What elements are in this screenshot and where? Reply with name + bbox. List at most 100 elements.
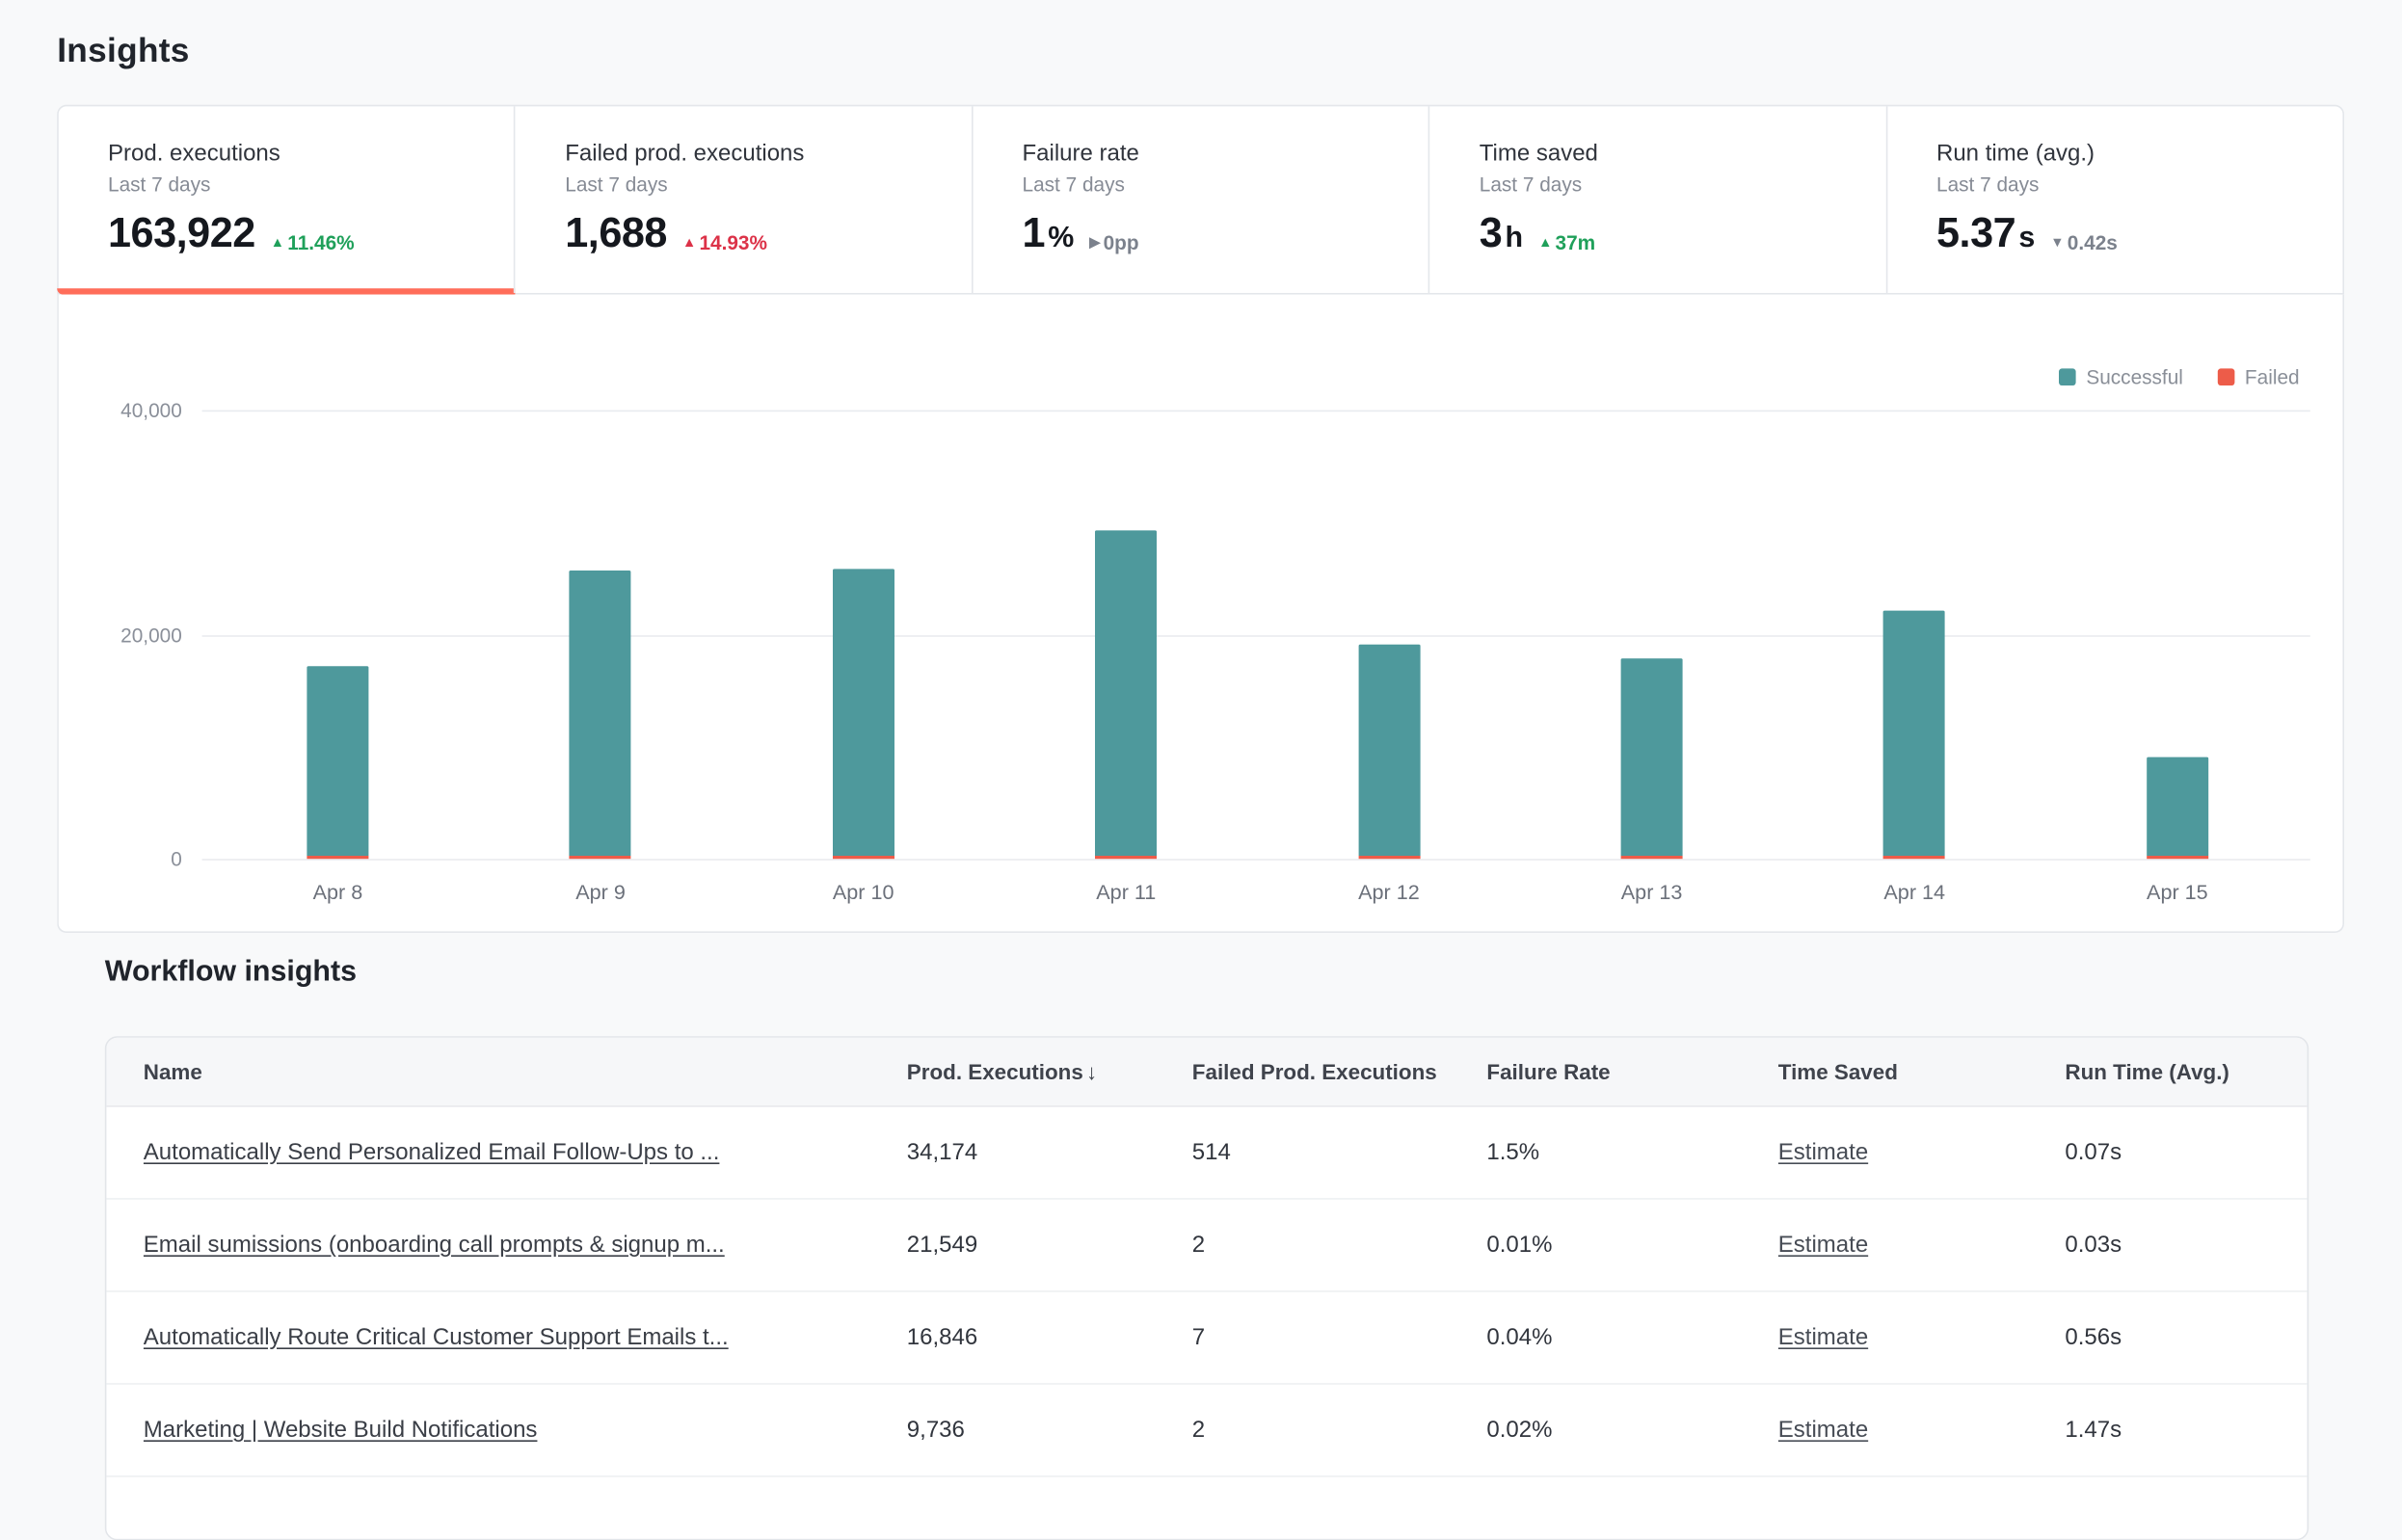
column-header-time-saved[interactable]: Time Saved: [1778, 1059, 2066, 1084]
page-title: Insights: [57, 31, 190, 71]
metric-tab-run-time-avg[interactable]: Run time (avg.)Last 7 days5.37s▼0.42s: [1885, 106, 2342, 293]
workflow-link[interactable]: Marketing | Website Build Notifications: [144, 1417, 538, 1443]
metric-tab-time-saved[interactable]: Time savedLast 7 days3h▲37m: [1428, 106, 1885, 293]
cell-failed-prod-executions: 2: [1192, 1417, 1487, 1443]
metric-period: Last 7 days: [1023, 173, 1428, 196]
table-row-partial: [106, 1477, 2307, 1539]
column-header-run-time-avg[interactable]: Run Time (Avg.): [2065, 1059, 2307, 1084]
bar-successful: [307, 667, 368, 857]
x-axis-label: Apr 13: [1575, 881, 1729, 904]
bar-successful: [1095, 530, 1157, 856]
cell-failed-prod-executions: 2: [1192, 1232, 1487, 1258]
bar-successful: [1883, 610, 1945, 856]
bar-failed: [1358, 857, 1420, 860]
cell-run-time-avg: 0.56s: [2065, 1324, 2307, 1350]
metric-unit: %: [1048, 222, 1074, 255]
bar-successful: [1358, 645, 1420, 857]
cell-time-saved: Estimate: [1778, 1139, 2066, 1165]
chart-legend: Successful Failed: [2059, 365, 2300, 388]
metric-delta: ▲11.46%: [271, 231, 355, 254]
table-header: NameProd. Executions↓Failed Prod. Execut…: [106, 1038, 2307, 1107]
metric-tab-prod-executions[interactable]: Prod. executionsLast 7 days163,922▲11.46…: [59, 106, 515, 293]
insights-page: Insights Prod. executionsLast 7 days163,…: [0, 0, 2402, 1473]
estimate-link[interactable]: Estimate: [1778, 1417, 1868, 1443]
bar-successful: [1621, 659, 1683, 857]
legend-item-successful[interactable]: Successful: [2059, 365, 2183, 388]
bar-failed: [1883, 856, 1945, 859]
gridline: [202, 411, 2310, 412]
cell-run-time-avg: 0.03s: [2065, 1232, 2307, 1258]
x-axis-label: Apr 15: [2100, 881, 2255, 904]
column-header-failed-prod-executions[interactable]: Failed Prod. Executions: [1192, 1059, 1487, 1084]
column-header-name[interactable]: Name: [144, 1059, 907, 1084]
workflow-link[interactable]: Email sumissions (onboarding call prompt…: [144, 1232, 725, 1258]
y-axis-label: 20,000: [59, 623, 182, 646]
bar-failed: [1621, 857, 1683, 860]
table-row: Automatically Send Personalized Email Fo…: [106, 1107, 2307, 1200]
table-row: Marketing | Website Build Notifications9…: [106, 1385, 2307, 1477]
cell-failed-prod-executions: 514: [1192, 1139, 1487, 1165]
y-axis-label: 40,000: [59, 399, 182, 422]
metric-label: Time saved: [1480, 141, 1885, 167]
cell-failed-prod-executions: 7: [1192, 1324, 1487, 1350]
legend-swatch-failed: [2217, 368, 2234, 385]
chart-plot: 020,00040,000Apr 8Apr 9Apr 10Apr 11Apr 1…: [59, 295, 2343, 932]
bar-failed: [833, 856, 894, 859]
bar-successful: [833, 569, 894, 856]
metric-delta-text: 14.93%: [699, 231, 767, 254]
table-row: Automatically Route Critical Customer Su…: [106, 1292, 2307, 1385]
bar-failed: [1095, 856, 1157, 859]
cell-failure-rate: 0.01%: [1486, 1232, 1777, 1258]
metric-value: 3: [1480, 210, 1503, 258]
gridline: [202, 859, 2310, 861]
cell-prod-executions: 34,174: [907, 1139, 1192, 1165]
metric-delta-text: 37m: [1556, 231, 1596, 254]
x-axis-label: Apr 11: [1049, 881, 1203, 904]
metric-period: Last 7 days: [1480, 173, 1885, 196]
workflow-link[interactable]: Automatically Route Critical Customer Su…: [144, 1324, 729, 1350]
trend-up-icon: ▲: [682, 236, 696, 250]
metric-unit: s: [2018, 222, 2035, 255]
bar-failed: [2147, 857, 2208, 860]
cell-name: Automatically Route Critical Customer Su…: [144, 1324, 907, 1350]
metric-period: Last 7 days: [1936, 173, 2342, 196]
metric-tab-failure-rate[interactable]: Failure rateLast 7 days1%▶0pp: [972, 106, 1428, 293]
metric-label: Run time (avg.): [1936, 141, 2342, 167]
trend-up-icon: ▲: [271, 236, 284, 250]
cell-run-time-avg: 0.07s: [2065, 1139, 2307, 1165]
metric-period: Last 7 days: [565, 173, 971, 196]
bar-successful: [2147, 757, 2208, 857]
estimate-link[interactable]: Estimate: [1778, 1232, 1868, 1258]
estimate-link[interactable]: Estimate: [1778, 1324, 1868, 1350]
y-axis-label: 0: [59, 847, 182, 870]
workflow-insights-title: Workflow insights: [105, 956, 357, 990]
workflow-link[interactable]: Automatically Send Personalized Email Fo…: [144, 1139, 720, 1165]
cell-name: Email sumissions (onboarding call prompt…: [144, 1232, 907, 1258]
column-header-prod-executions[interactable]: Prod. Executions↓: [907, 1059, 1192, 1084]
estimate-link[interactable]: Estimate: [1778, 1139, 1868, 1165]
x-axis-label: Apr 8: [260, 881, 414, 904]
cell-failure-rate: 0.04%: [1486, 1324, 1777, 1350]
metric-unit: h: [1506, 222, 1524, 255]
metric-value: 5.37: [1936, 210, 2015, 258]
workflow-insights-table: NameProd. Executions↓Failed Prod. Execut…: [105, 1036, 2309, 1540]
metric-value: 163,922: [108, 210, 255, 258]
legend-label: Failed: [2245, 365, 2300, 388]
metric-delta: ▲14.93%: [682, 231, 767, 254]
column-header-failure-rate[interactable]: Failure Rate: [1486, 1059, 1777, 1084]
metric-delta-text: 11.46%: [287, 231, 354, 254]
metric-value: 1: [1023, 210, 1046, 258]
bar-successful: [570, 570, 631, 856]
metric-label: Failed prod. executions: [565, 141, 971, 167]
metric-delta-text: 0pp: [1104, 231, 1139, 254]
legend-item-failed[interactable]: Failed: [2217, 365, 2299, 388]
metric-tab-failed-prod-executions[interactable]: Failed prod. executionsLast 7 days1,688▲…: [514, 106, 971, 293]
executions-chart: SuccessfulFailed 020,00040,000Apr 8Apr 9…: [57, 295, 2344, 933]
trend-flat-icon: ▶: [1089, 236, 1100, 250]
cell-name: Automatically Send Personalized Email Fo…: [144, 1139, 907, 1165]
cell-time-saved: Estimate: [1778, 1232, 2066, 1258]
metric-delta: ▶ 0pp: [1089, 231, 1138, 254]
table-row: Email sumissions (onboarding call prompt…: [106, 1200, 2307, 1292]
cell-time-saved: Estimate: [1778, 1324, 2066, 1350]
cell-prod-executions: 21,549: [907, 1232, 1192, 1258]
